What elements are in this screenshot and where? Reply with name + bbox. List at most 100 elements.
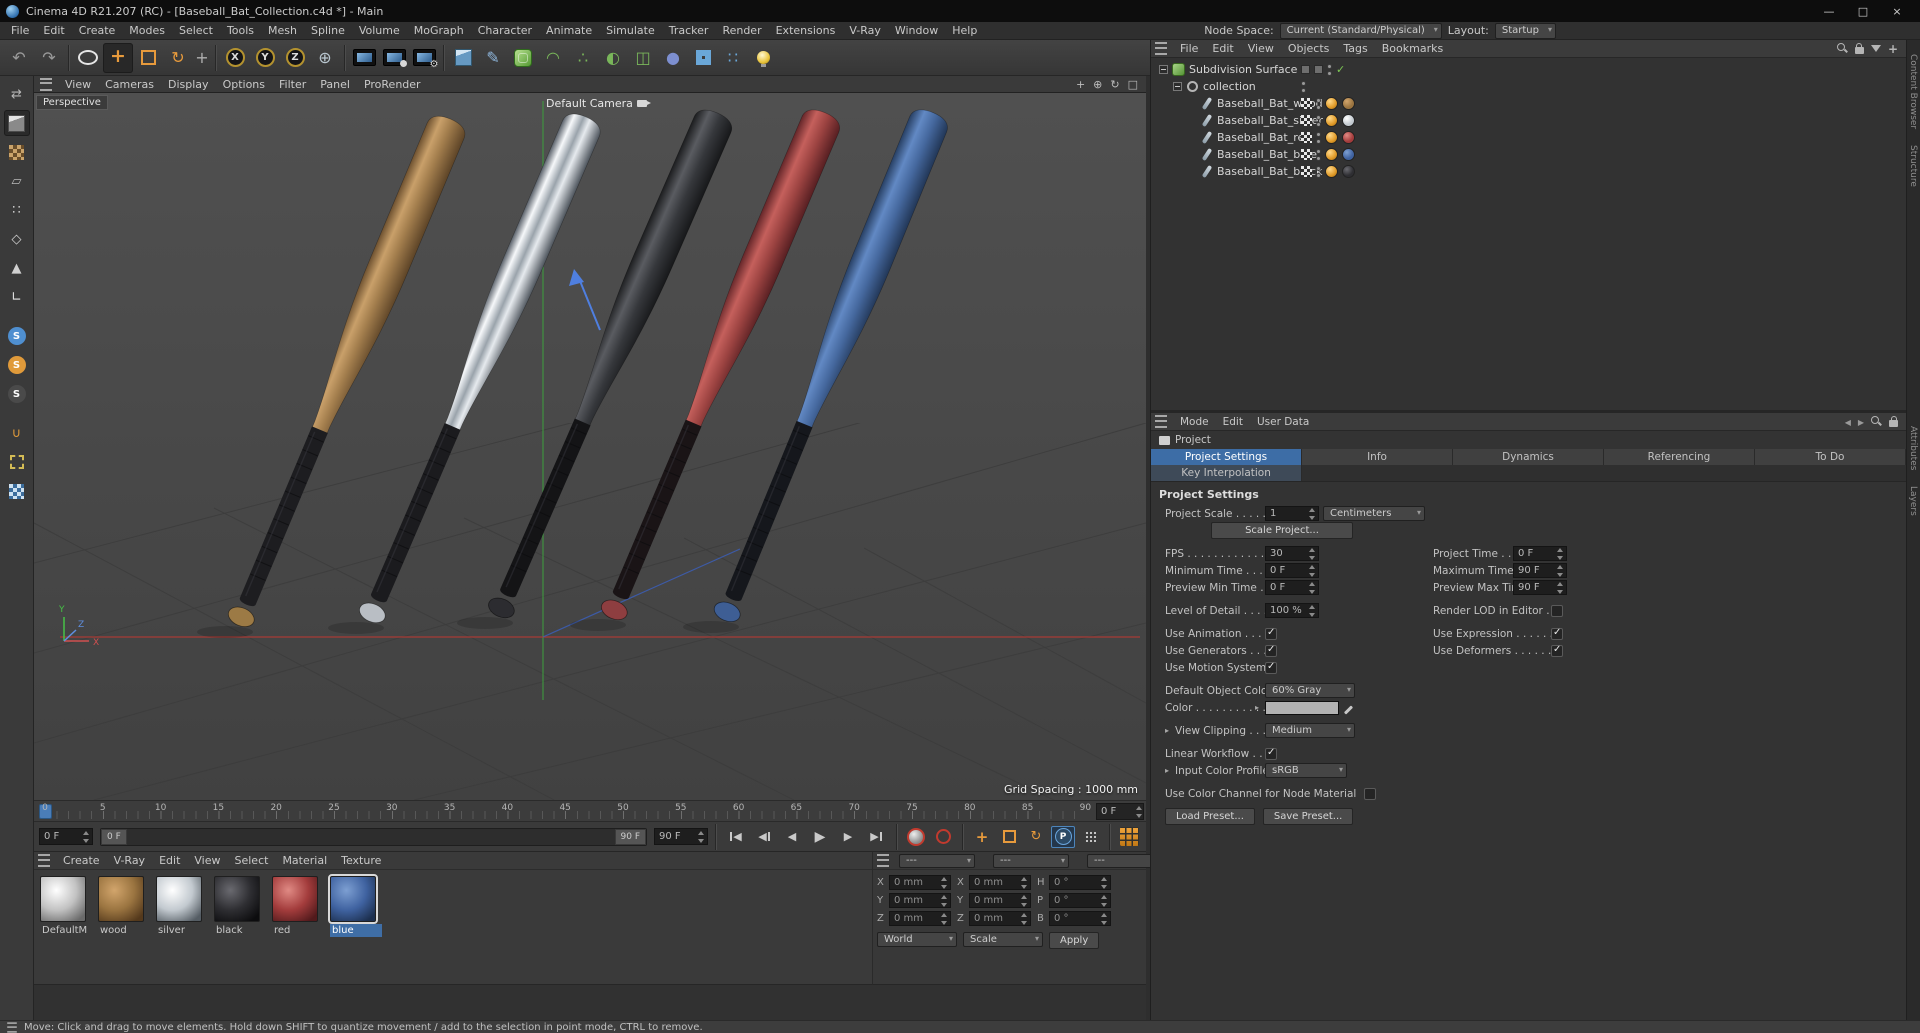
volume-builder-icon[interactable]: ● <box>658 43 688 73</box>
current-frame-field[interactable]: 0 F <box>39 828 93 845</box>
cloner-icon[interactable] <box>688 43 718 73</box>
maximize-button[interactable]: □ <box>1846 1 1880 21</box>
viewport-menu-cameras[interactable]: Cameras <box>98 78 161 91</box>
goto-end-button[interactable]: ▶ <box>863 826 889 848</box>
menu-volume[interactable]: Volume <box>352 24 407 37</box>
minimize-button[interactable]: — <box>1812 1 1846 21</box>
pen-spline-icon[interactable]: ✎ <box>478 43 508 73</box>
object-manager-menu-view[interactable]: View <box>1241 42 1281 55</box>
object-manager-menu-edit[interactable]: Edit <box>1205 42 1240 55</box>
material-tag-icon[interactable] <box>1342 165 1355 178</box>
input-color-profile-dropdown[interactable]: sRGB <box>1265 763 1347 778</box>
edges-mode-icon[interactable]: ◇ <box>4 226 30 252</box>
axis-lock-z-icon[interactable]: Z <box>280 43 310 73</box>
chevron-right-icon[interactable]: ▸ <box>1165 726 1175 735</box>
coord-rotation-p-field[interactable]: 0 ° <box>1049 893 1111 908</box>
workplane-mode-icon[interactable]: ▱ <box>4 168 30 194</box>
tab-key-interpolation[interactable]: Key Interpolation <box>1151 465 1303 481</box>
layer-box-icon[interactable] <box>1314 65 1323 74</box>
material-menu-v-ray[interactable]: V-Ray <box>107 854 153 867</box>
material-tag-icon[interactable] <box>1342 97 1355 110</box>
timeline-ruler[interactable]: 0 F 0 5 10 15 20 25 30 35 40 45 50 55 60 65 70 75 80 85 90 <box>34 800 1146 822</box>
add-cube-icon[interactable] <box>448 43 478 73</box>
axis-lock-x-icon[interactable]: X <box>220 43 250 73</box>
render-view-icon[interactable] <box>349 43 379 73</box>
tree-row-baseball-bat-blue[interactable]: Baseball_Bat_blue <box>1151 146 1906 163</box>
load-preset-button[interactable]: Load Preset... <box>1165 808 1255 825</box>
use-generators-checkbox[interactable] <box>1265 644 1277 657</box>
visibility-dots-icon[interactable] <box>1316 114 1321 127</box>
previous-frame-button[interactable]: ◀ <box>779 826 805 848</box>
use-deformers-checkbox[interactable] <box>1551 644 1563 657</box>
filter-icon[interactable] <box>1870 45 1881 52</box>
visibility-dots-icon[interactable] <box>1316 148 1321 161</box>
add-icon[interactable] <box>1888 42 1898 56</box>
coordinate-space-dropdown[interactable]: World <box>877 932 957 947</box>
material-tag-icon[interactable] <box>1342 148 1355 161</box>
material-thumbnail[interactable] <box>328 874 378 924</box>
attribute-manager-menu-icon[interactable] <box>1155 415 1167 428</box>
display-mode-icon[interactable] <box>1301 166 1312 177</box>
pan-view-icon[interactable]: + <box>1076 78 1085 91</box>
material-thumbnail[interactable] <box>98 876 144 922</box>
menu-animate[interactable]: Animate <box>539 24 599 37</box>
visibility-dots-icon[interactable] <box>1316 131 1321 144</box>
tree-row-baseball-bat-red[interactable]: Baseball_Bat_red <box>1151 129 1906 146</box>
visibility-dots-icon[interactable] <box>1327 63 1332 76</box>
tab-referencing[interactable]: Referencing <box>1604 449 1755 465</box>
menu-window[interactable]: Window <box>888 24 945 37</box>
menu-select[interactable]: Select <box>172 24 220 37</box>
menu-modes[interactable]: Modes <box>122 24 172 37</box>
menu-file[interactable]: File <box>4 24 36 37</box>
tree-row-collection[interactable]: collection <box>1151 78 1906 95</box>
viewport-menu-options[interactable]: Options <box>216 78 272 91</box>
snapping-icon[interactable]: ∪ <box>4 420 30 446</box>
display-mode-icon[interactable] <box>1301 115 1312 126</box>
color-swatch[interactable] <box>1265 700 1339 715</box>
menu-edit[interactable]: Edit <box>36 24 71 37</box>
material-menu-icon[interactable] <box>38 854 50 867</box>
close-button[interactable]: × <box>1880 1 1914 21</box>
menu-help[interactable]: Help <box>945 24 984 37</box>
range-end-handle[interactable]: 90 F <box>614 828 646 845</box>
zoom-view-icon[interactable]: ⊕ <box>1093 78 1102 91</box>
preview-max-time-field[interactable]: 90 F <box>1513 580 1567 595</box>
coord-size-z-field[interactable]: 0 mm <box>969 911 1031 926</box>
viewport-menu-icon[interactable] <box>40 77 52 91</box>
layer-box-icon[interactable] <box>1301 65 1310 74</box>
tree-row-subdivision-surface[interactable]: Subdivision Surface ✓ <box>1151 61 1906 78</box>
menu-spline[interactable]: Spline <box>304 24 352 37</box>
save-preset-button[interactable]: Save Preset... <box>1262 808 1354 825</box>
record-active-objects-button[interactable] <box>904 826 928 848</box>
tree-row-baseball-bat-wood[interactable]: Baseball_Bat_wood <box>1151 95 1906 112</box>
viewport-view-label[interactable]: Perspective <box>36 95 108 110</box>
menu-create[interactable]: Create <box>72 24 123 37</box>
eyedropper-icon[interactable] <box>1345 703 1355 713</box>
keyframe-rotation-button[interactable]: ↻ <box>1024 826 1048 848</box>
max-frame-field[interactable]: 90 F <box>654 828 708 845</box>
menu-tools[interactable]: Tools <box>220 24 261 37</box>
viewport-menu-filter[interactable]: Filter <box>272 78 313 91</box>
use-motion-system-checkbox[interactable] <box>1265 661 1277 674</box>
material-silver[interactable]: silver <box>156 876 208 937</box>
object-manager-menu-tags[interactable]: Tags <box>1336 42 1374 55</box>
expander-icon[interactable] <box>1159 65 1168 74</box>
coordinate-scale-dropdown[interactable]: Scale <box>963 932 1043 947</box>
attribute-menu-user-data[interactable]: User Data <box>1250 416 1316 428</box>
keyframe-pla-button[interactable] <box>1078 826 1102 848</box>
menu-character[interactable]: Character <box>471 24 539 37</box>
move-tool-icon[interactable]: + <box>103 42 133 73</box>
coord-position-y-field[interactable]: 0 mm <box>889 893 951 908</box>
autokeying-button[interactable] <box>931 826 955 848</box>
phong-tag-icon[interactable] <box>1325 114 1338 127</box>
maximize-view-icon[interactable]: □ <box>1128 78 1138 91</box>
coordinate-menu-icon[interactable] <box>877 854 889 867</box>
visibility-dots-icon[interactable] <box>1301 80 1306 93</box>
viewport-menu-view[interactable]: View <box>58 78 98 91</box>
search-icon[interactable] <box>1871 416 1882 427</box>
keyframe-parameter-button[interactable]: P <box>1051 825 1075 848</box>
history-back-icon[interactable] <box>1845 416 1851 428</box>
tab-to-do[interactable]: To Do <box>1755 449 1906 465</box>
polygons-mode-icon[interactable]: ▲ <box>4 255 30 281</box>
attribute-menu-mode[interactable]: Mode <box>1173 416 1216 428</box>
